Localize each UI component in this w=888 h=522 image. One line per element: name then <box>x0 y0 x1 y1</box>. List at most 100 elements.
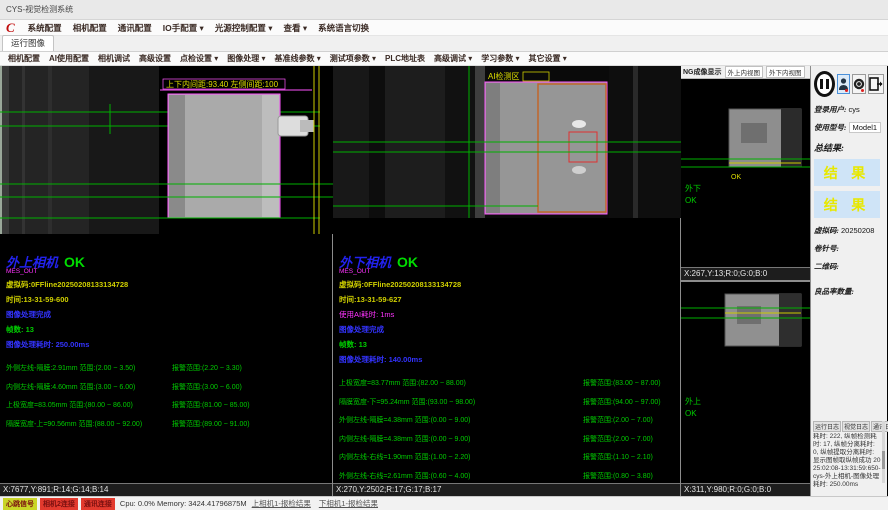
window-title: CYS-视觉检测系统 <box>6 4 73 15</box>
measurement-value: 上极宽度=83.77mm 范围:(82.00 ~ 88.00) <box>339 378 583 388</box>
log-text: 耗时: 222, 纵帧检测耗时: 17, 纵帧分离耗时: 0, 纵帧提取分离耗时… <box>813 433 885 495</box>
log-panel: 运行日志视觉日志通讯日志 耗时: 222, 纵帧检测耗时: 17, 纵帧分离耗时… <box>813 421 885 495</box>
inspection-result-link[interactable]: 下相机1-报检结果 <box>319 498 378 509</box>
ng-bottom-pixel-coords: X:311,Y:980;R:0;G:0;B:0 <box>681 483 810 496</box>
cpu-memory-status: Cpu: 0.0% Memory: 3424.41796875M <box>120 499 247 508</box>
measurement-alarm-range: 报警范围:(2.20 ~ 3.30) <box>172 363 242 373</box>
measurement-value: 隔膜宽度-下=95.24mm 范围:(93.00 ~ 98.00) <box>339 397 583 407</box>
measurement-row: 上极宽度=83.77mm 范围:(82.00 ~ 88.00) 报警范围:(83… <box>339 374 677 393</box>
camera-view-middle: AI检测区 外下相机 OK MES_OUT 虚拟码:0FFline2025020… <box>333 66 681 496</box>
toolbar-item[interactable]: 相机调试 <box>98 53 130 64</box>
ng-bottom-camera-label: 外上 <box>685 396 701 406</box>
result-box-text: 结 果 <box>824 195 871 215</box>
model-value[interactable]: Model1 <box>849 122 882 133</box>
bottom-filler <box>0 510 888 522</box>
exit-button[interactable] <box>868 74 884 94</box>
main-area: 上下内间距:93.40 左侧间距:100 外上相机 OK <box>0 66 888 496</box>
left-measurement-list: 外侧左线-隔膜:2.91mm 范围:(2.00 ~ 3.50) 报警范围:(2.… <box>6 359 329 433</box>
tab-run-image[interactable]: 运行图像 <box>2 35 54 51</box>
toolbar-item[interactable]: 相机配置 <box>8 53 40 64</box>
log-scrollbar[interactable] <box>882 421 885 483</box>
toolbar-item[interactable]: 学习参数 ▾ <box>481 53 519 64</box>
menu-item[interactable]: 查看 ▾ <box>283 22 307 34</box>
toolbar-item[interactable]: PLC地址表 <box>385 53 425 64</box>
measurement-alarm-range: 报警范围:(0.80 ~ 3.80) <box>583 471 653 481</box>
menu-item[interactable]: 系统配置 <box>28 22 62 34</box>
login-user-value: cys <box>849 105 860 114</box>
menu-item[interactable]: 通讯配置 <box>118 22 152 34</box>
barcode-value: 20250208 <box>841 226 874 235</box>
result-links: 上相机1-报检结果下相机1-报检结果 <box>252 498 378 509</box>
toolbar-item[interactable]: 高级调试 ▾ <box>434 53 472 64</box>
needle-label: 卷针号: <box>814 243 839 254</box>
log-tab[interactable]: 运行日志 <box>813 421 841 432</box>
measurement-value: 外侧左线-右线=2.61mm 范围:(0.60 ~ 4.00) <box>339 471 583 481</box>
left-barcode: 虚拟码:0FFline20250208133134728 <box>6 279 329 290</box>
toolbar-item[interactable]: AI使用配置 <box>49 53 89 64</box>
result-box: 结 果 <box>814 191 880 218</box>
inspection-result-link[interactable]: 上相机1-报检结果 <box>252 498 311 509</box>
ng-bottom-result-label: OK <box>685 409 697 418</box>
model-label: 使用型号: <box>814 122 847 133</box>
middle-process-done: 图像处理完成 <box>339 324 677 335</box>
result-box-text: 结 果 <box>824 163 871 183</box>
measurement-row: 内侧左线-隔膜:4.60mm 范围:(3.00 ~ 6.00) 报警范围:(3.… <box>6 378 329 397</box>
tab-strip: 运行图像 <box>0 36 888 52</box>
menu-item[interactable]: 相机配置 <box>73 22 107 34</box>
ng-header: NG成像显示 外上内视图外下内视图 <box>681 66 810 79</box>
log-tabs: 运行日志视觉日志通讯日志 <box>813 421 885 432</box>
result-box: 结 果 <box>814 159 880 186</box>
middle-pixel-coords: X:270,Y:2502;R:17;G:17;B:17 <box>333 483 680 496</box>
middle-barcode: 虚拟码:0FFline20250208133134728 <box>339 279 677 290</box>
ng-image-top[interactable]: OK 外下 OK <box>681 79 810 267</box>
ng-title: NG成像显示 <box>683 67 722 77</box>
camera-lens-button[interactable] <box>852 74 866 94</box>
measurement-row: 隔膜宽度-上=90.56mm 范围:(88.00 ~ 92.00) 报警范围:(… <box>6 415 329 434</box>
menu-item[interactable]: IO手配置 ▾ <box>163 22 204 34</box>
measurement-alarm-range: 报警范围:(89.00 ~ 91.00) <box>172 419 250 429</box>
result-box-list: 结 果 结 果 <box>814 159 884 218</box>
measurement-alarm-range: 报警范围:(94.00 ~ 97.00) <box>583 397 661 407</box>
pause-button[interactable] <box>814 71 835 97</box>
left-pixel-coords: X:7677,Y:891;R:14;G:14;B:14 <box>0 483 332 496</box>
measurement-value: 上极宽度=83.05mm 范围:(80.00 ~ 86.00) <box>6 400 172 410</box>
ng-top-result-label: OK <box>685 196 697 205</box>
status-badge: 相机2连接 <box>40 498 78 510</box>
measurement-alarm-range: 报警范围:(81.00 ~ 85.00) <box>172 400 250 410</box>
measurement-alarm-range: 报警范围:(83.00 ~ 87.00) <box>583 378 661 388</box>
status-dot-icon <box>845 89 848 92</box>
left-process-done: 图像处理完成 <box>6 309 329 320</box>
app-window: CYS-视觉检测系统 C 系统配置相机配置通讯配置IO手配置 ▾光源控制配置 ▾… <box>0 0 888 522</box>
toolbar-item[interactable]: 测试项参数 ▾ <box>330 53 376 64</box>
left-time: 时间:13-31-59-600 <box>6 294 329 305</box>
log-tab[interactable]: 通讯日志 <box>871 421 888 432</box>
toolbar-item[interactable]: 基准线参数 ▾ <box>275 53 321 64</box>
toolbar-item[interactable]: 其它设置 ▾ <box>529 53 567 64</box>
toolbar-item[interactable]: 点检设置 ▾ <box>180 53 218 64</box>
total-result-label: 总结果: <box>814 141 884 154</box>
status-badge: 通讯连接 <box>81 498 115 510</box>
camera-image-middle[interactable]: AI检测区 <box>333 66 681 218</box>
operator-mode-button[interactable] <box>837 74 850 94</box>
status-badge: 心跳信号 <box>3 498 37 510</box>
measurement-value: 内侧左线-隔膜:4.60mm 范围:(3.00 ~ 6.00) <box>6 382 172 392</box>
toolbar-item[interactable]: 图像处理 ▾ <box>227 53 265 64</box>
toolbar-item[interactable]: 高级设置 <box>139 53 171 64</box>
measurement-value: 外侧左线-隔膜=4.38mm 范围:(0.00 ~ 9.00) <box>339 415 583 425</box>
control-buttons <box>814 71 884 97</box>
ng-image-bottom[interactable]: 外上 OK <box>681 282 810 460</box>
status-dot-icon <box>861 89 864 92</box>
middle-result-ok: OK <box>397 254 418 270</box>
ng-view-tab[interactable]: 外下内视图 <box>766 66 805 78</box>
log-tab[interactable]: 视觉日志 <box>842 421 870 432</box>
ng-view-bottom: 外上 OK X:311,Y:980;R:0;G:0;B:0 <box>681 282 810 496</box>
measurement-row: 隔膜宽度-下=95.24mm 范围:(93.00 ~ 98.00) 报警范围:(… <box>339 393 677 412</box>
left-frame-count: 帧数: 13 <box>6 324 329 335</box>
left-overlay-label: 上下内间距:93.40 左侧间距:100 <box>166 79 279 89</box>
ng-view-tab[interactable]: 外上内视图 <box>725 66 764 78</box>
exit-door-icon <box>869 77 883 91</box>
menu-item[interactable]: 系统语言切换 <box>318 22 369 34</box>
menu-item[interactable]: 光源控制配置 ▾ <box>215 22 273 34</box>
camera-image-left[interactable]: 上下内间距:93.40 左侧间距:100 <box>0 66 333 234</box>
measurement-row: 外侧左线-隔膜:2.91mm 范围:(2.00 ~ 3.50) 报警范围:(2.… <box>6 359 329 378</box>
